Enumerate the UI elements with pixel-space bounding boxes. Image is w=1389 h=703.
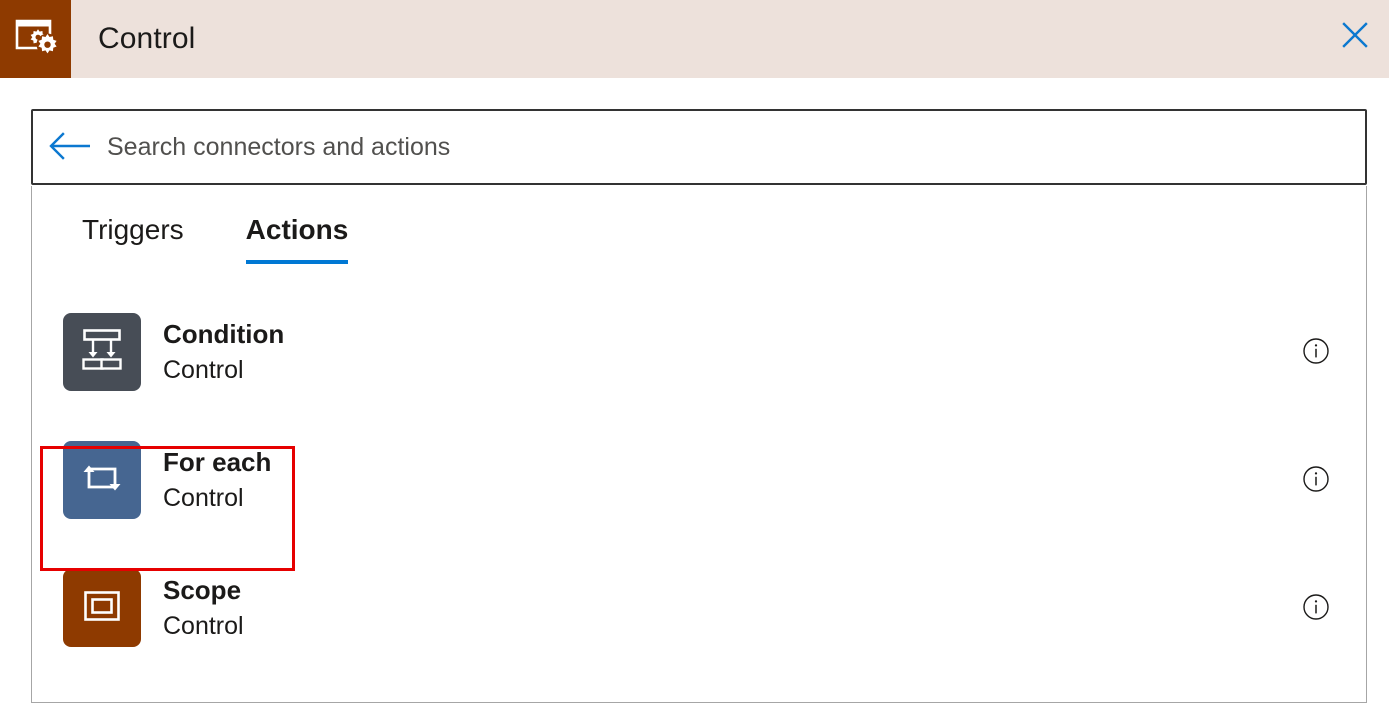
action-text-condition: Condition Control xyxy=(163,316,284,388)
info-button-scope[interactable] xyxy=(1299,591,1333,625)
tab-selected-indicator xyxy=(246,260,349,264)
tab-triggers-label: Triggers xyxy=(82,214,184,245)
action-icon-tile-for-each xyxy=(63,441,141,519)
tab-actions[interactable]: Actions xyxy=(246,214,349,264)
info-icon xyxy=(1301,464,1331,497)
connectors-actions-panel: Triggers Actions xyxy=(31,186,1367,703)
window-gears-icon xyxy=(14,17,58,62)
action-title-condition: Condition xyxy=(163,316,284,353)
tab-triggers[interactable]: Triggers xyxy=(82,214,184,264)
action-icon-tile-condition xyxy=(63,313,141,391)
action-subtitle-for-each: Control xyxy=(163,481,271,517)
nested-rectangles-icon xyxy=(78,584,126,633)
action-text-scope: Scope Control xyxy=(163,572,244,644)
condition-branch-icon xyxy=(77,327,127,378)
action-text-for-each: For each Control xyxy=(163,444,271,516)
back-arrow-icon xyxy=(48,131,92,164)
close-button[interactable] xyxy=(1320,0,1389,72)
action-row-scope[interactable]: Scope Control xyxy=(32,544,1366,672)
info-icon xyxy=(1301,336,1331,369)
action-subtitle-scope: Control xyxy=(163,609,244,645)
action-subtitle-condition: Control xyxy=(163,353,284,389)
action-title-scope: Scope xyxy=(163,572,244,609)
window-header: Control xyxy=(0,0,1389,78)
info-button-for-each[interactable] xyxy=(1299,463,1333,497)
tab-actions-label: Actions xyxy=(246,214,349,245)
close-icon xyxy=(1339,19,1371,54)
action-row-for-each[interactable]: For each Control xyxy=(32,416,1366,544)
back-button[interactable] xyxy=(33,111,107,183)
actions-list: Condition Control xyxy=(32,274,1366,672)
page-title: Control xyxy=(98,24,195,54)
action-icon-tile-scope xyxy=(63,569,141,647)
loop-arrows-icon xyxy=(78,455,126,506)
search-input[interactable] xyxy=(107,111,1365,183)
info-button-condition[interactable] xyxy=(1299,335,1333,369)
app-icon-tile xyxy=(0,0,71,78)
action-row-condition[interactable]: Condition Control xyxy=(32,288,1366,416)
info-icon xyxy=(1301,592,1331,625)
tab-list: Triggers Actions xyxy=(32,186,1366,274)
search-bar[interactable] xyxy=(31,109,1367,185)
action-title-for-each: For each xyxy=(163,444,271,481)
